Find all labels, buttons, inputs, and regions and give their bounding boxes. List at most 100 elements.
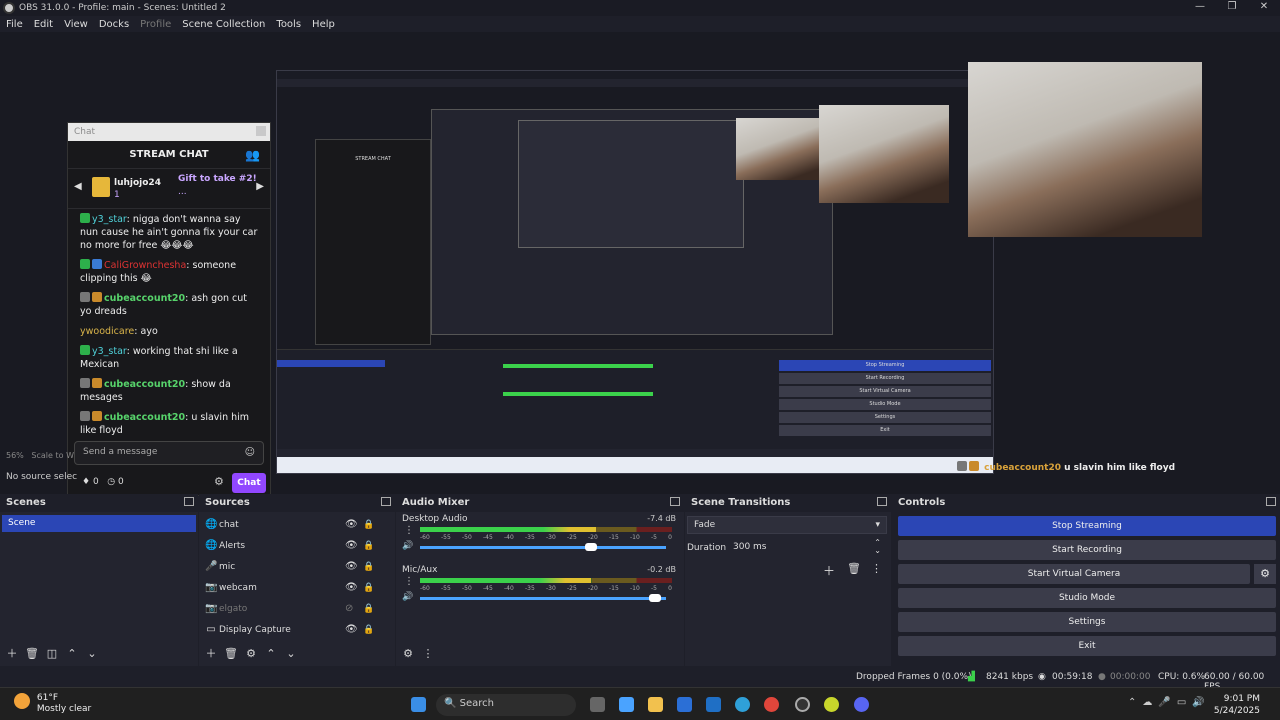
chevron-down-icon[interactable]: ⌄ [283, 646, 299, 662]
system-tray[interactable]: ⌃☁🎤▭🔊 [1128, 697, 1211, 708]
slider-knob[interactable] [585, 543, 598, 551]
gear-icon[interactable]: ⚙ [214, 475, 224, 488]
menu-edit[interactable]: Edit [34, 19, 53, 30]
trash-icon[interactable]: 🗑 [24, 646, 40, 662]
chevron-up-icon[interactable]: ⌃ [1128, 697, 1142, 708]
menu-scene-collection[interactable]: Scene Collection [182, 19, 265, 30]
obs-taskbar-icon[interactable] [795, 697, 810, 712]
menu-profile[interactable]: Profile [140, 19, 171, 30]
volume-slider[interactable] [420, 543, 666, 551]
norton-icon[interactable] [824, 697, 839, 712]
popout-icon[interactable] [1266, 497, 1276, 506]
more-vertical-icon[interactable]: ⋮ [871, 562, 882, 575]
pinned-gift-banner[interactable]: ◀ luhjojo24 1 Gift to take #2! ... ▶ [68, 169, 270, 209]
task-view-icon[interactable] [590, 697, 605, 712]
chevron-up-icon[interactable]: ⌃ [64, 646, 80, 662]
monitor-icon[interactable]: ▭ [1177, 697, 1192, 708]
chat-username[interactable]: cubeaccount20 [104, 293, 185, 304]
trash-icon[interactable]: 🗑 [847, 562, 861, 575]
source-item[interactable]: 🌐 Alerts 👁 🔒 [199, 535, 395, 556]
taskbar-search[interactable]: 🔍 Search [436, 694, 576, 716]
chat-username[interactable]: cubeaccount20 [104, 412, 185, 423]
filter-icon[interactable]: ◫ [44, 646, 60, 662]
exit-button[interactable]: Exit [898, 636, 1276, 656]
trash-icon[interactable]: 🗑 [223, 646, 239, 662]
discord-icon[interactable] [854, 697, 869, 712]
system-clock[interactable]: 9:01 PM 5/24/2025 [1214, 693, 1260, 717]
speaker-icon[interactable]: 🔊 [402, 541, 413, 551]
copilot-icon[interactable] [619, 697, 634, 712]
chat-username[interactable]: y3_star [92, 214, 127, 225]
channel-points[interactable]: ♦ 0 ◷ 0 [82, 477, 124, 487]
eye-icon[interactable]: 👁 [345, 624, 358, 635]
source-item[interactable]: 🎤 mic 👁 🔒 [199, 556, 395, 577]
popout-icon[interactable] [670, 497, 680, 506]
speaker-icon[interactable]: 🔊 [402, 592, 413, 602]
close-icon[interactable] [256, 126, 266, 136]
store-icon[interactable] [677, 697, 692, 712]
file-explorer-icon[interactable] [648, 697, 663, 712]
add-icon[interactable]: ＋ [203, 646, 219, 662]
popout-icon[interactable] [184, 497, 194, 506]
minimize-button[interactable]: — [1184, 0, 1216, 16]
lock-icon[interactable]: 🔒 [363, 625, 374, 635]
menu-help[interactable]: Help [312, 19, 335, 30]
add-icon[interactable]: ＋ [4, 646, 20, 662]
outlook-icon[interactable] [706, 697, 721, 712]
scene-item[interactable]: Scene [2, 515, 196, 532]
menu-tools[interactable]: Tools [276, 19, 301, 30]
gear-icon[interactable]: ⚙ [243, 646, 259, 662]
more-vertical-icon[interactable]: ⋮ [420, 646, 436, 662]
more-vertical-icon[interactable]: ⋮ [404, 525, 414, 536]
chat-username[interactable]: y3_star [92, 346, 127, 357]
source-item[interactable]: ▭ Display Capture 👁 🔒 [199, 619, 395, 640]
slider-knob[interactable] [649, 594, 662, 602]
chevron-left-icon[interactable]: ◀ [74, 181, 82, 192]
menu-docks[interactable]: Docks [99, 19, 129, 30]
volume-slider[interactable] [420, 594, 666, 602]
close-button[interactable]: ✕ [1248, 0, 1280, 16]
chevron-right-icon[interactable]: ▶ [256, 181, 264, 192]
windows-start-icon[interactable] [411, 697, 426, 712]
eye-icon[interactable]: 👁 [345, 582, 358, 593]
eye-icon[interactable]: 👁 [345, 540, 358, 551]
chat-send-button[interactable]: Chat [232, 473, 266, 493]
emoji-icon[interactable]: ☺ [245, 447, 255, 458]
gear-icon[interactable]: ⚙ [1254, 564, 1276, 584]
studio-mode-button[interactable]: Studio Mode [898, 588, 1276, 608]
popout-icon[interactable] [381, 497, 391, 506]
chat-username[interactable]: cubeaccount20 [104, 379, 185, 390]
lock-icon[interactable]: 🔒 [363, 604, 374, 614]
edge-icon[interactable] [735, 697, 750, 712]
start-virtual-camera-button[interactable]: Start Virtual Camera [898, 564, 1250, 584]
menu-file[interactable]: File [6, 19, 23, 30]
chat-username[interactable]: ywoodicare [80, 326, 134, 337]
menu-view[interactable]: View [64, 19, 88, 30]
lock-icon[interactable]: 🔒 [363, 583, 374, 593]
send-message-input[interactable]: Send a message ☺ [74, 441, 264, 465]
zoom-indicator[interactable]: 56% Scale to W [6, 451, 74, 460]
chevron-up-icon[interactable]: ⌃ [263, 646, 279, 662]
chrome-icon[interactable] [764, 697, 779, 712]
duration-input[interactable]: 300 ms ⌃ ⌄ [727, 539, 887, 557]
source-item[interactable]: 📷 webcam 👁 🔒 [199, 577, 395, 598]
source-item[interactable]: 📷 elgato ⊘ 🔒 [199, 598, 395, 619]
mic-icon[interactable]: 🎤 [1158, 697, 1176, 708]
chat-username[interactable]: CaliGrownchesha [104, 260, 186, 271]
start-recording-button[interactable]: Start Recording [898, 540, 1276, 560]
lock-icon[interactable]: 🔒 [363, 520, 374, 530]
popout-icon[interactable] [877, 497, 887, 506]
more-vertical-icon[interactable]: ⋮ [404, 576, 414, 587]
source-item[interactable]: 🌐 chat 👁 🔒 [199, 514, 395, 535]
lock-icon[interactable]: 🔒 [363, 562, 374, 572]
network-icon[interactable]: ☁ [1142, 697, 1158, 708]
lock-icon[interactable]: 🔒 [363, 541, 374, 551]
transition-select[interactable]: Fade ▾ [687, 516, 887, 534]
gear-icon[interactable]: ⚙ [400, 646, 416, 662]
users-icon[interactable]: 👥 [245, 141, 260, 169]
chevron-down-icon[interactable]: ⌄ [84, 646, 100, 662]
add-icon[interactable]: ＋ [823, 562, 835, 579]
weather-widget[interactable]: 61°F Mostly clear [14, 693, 91, 715]
spinner-icon[interactable]: ⌃ ⌄ [874, 539, 881, 555]
speaker-icon[interactable]: 🔊 [1192, 697, 1210, 708]
